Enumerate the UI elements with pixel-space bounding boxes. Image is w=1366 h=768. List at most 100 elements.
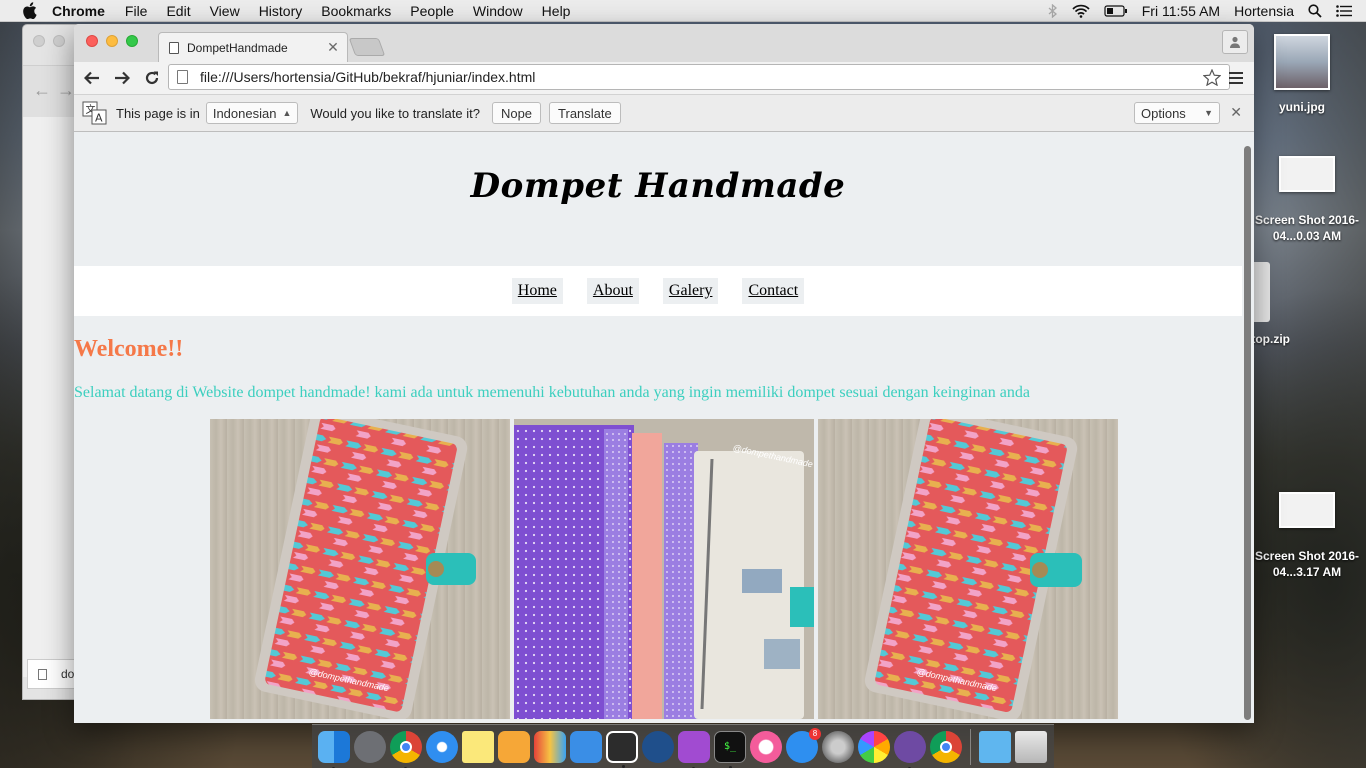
- title-bar[interactable]: DompetHandmade ✕: [74, 24, 1254, 62]
- itunes-icon[interactable]: [750, 730, 782, 763]
- download-item-label: do: [61, 667, 75, 681]
- page-favicon-icon: [169, 41, 179, 54]
- forward-arrow-icon: →: [57, 80, 75, 100]
- chrome-window[interactable]: DompetHandmade ✕ file:///Users/hortensia…: [74, 24, 1254, 723]
- select-arrows-icon: ▲︎: [282, 108, 292, 118]
- welcome-heading: Welcome!!: [74, 336, 184, 362]
- nope-button[interactable]: Nope: [491, 102, 542, 124]
- url-text[interactable]: file:///Users/hortensia/GitHub/bekraf/hj…: [200, 69, 1203, 85]
- desktop-icon-screenshot-2[interactable]: Screen Shot 2016-04...3.17 AM: [1252, 492, 1362, 580]
- translate-bar: 文A This page is in Indonesian ▲︎ Would y…: [74, 94, 1254, 132]
- desktop-icon-zip[interactable]: Desktop.zip: [1250, 262, 1290, 347]
- page-scrollbar[interactable]: [1244, 146, 1251, 720]
- close-window-button[interactable]: [86, 35, 98, 47]
- desktop-icon-label: Desktop.zip: [1250, 332, 1290, 346]
- preview-icon[interactable]: [570, 730, 602, 763]
- back-arrow-icon: [84, 71, 99, 85]
- app-store-badge: 8: [809, 727, 821, 740]
- desktop-icon-yuni[interactable]: yuni.jpg: [1262, 34, 1342, 114]
- launchpad-icon[interactable]: [354, 730, 386, 763]
- chrome-icon[interactable]: [390, 730, 422, 768]
- wifi-icon[interactable]: [1072, 4, 1090, 18]
- gallery-photo-open-wallet[interactable]: @dompethandmade: [514, 419, 814, 719]
- downloads-folder-icon[interactable]: [979, 730, 1011, 763]
- safari-icon[interactable]: [426, 730, 458, 763]
- apple-icon[interactable]: [20, 2, 38, 20]
- menu-history[interactable]: History: [259, 3, 303, 19]
- battery-icon[interactable]: [1104, 5, 1128, 17]
- dash-icon[interactable]: [678, 730, 710, 768]
- menu-app-name[interactable]: Chrome: [52, 3, 105, 19]
- site-nav: Home About Galery Contact: [74, 266, 1242, 316]
- svg-text:A: A: [95, 112, 103, 125]
- forward-button[interactable]: [108, 64, 136, 92]
- tab-dompethandmade[interactable]: DompetHandmade ✕: [158, 32, 348, 62]
- screenshot-thumbnail: [1279, 492, 1335, 528]
- finder-icon[interactable]: [318, 730, 350, 768]
- menu-people[interactable]: People: [410, 3, 454, 19]
- system-preferences-icon[interactable]: [822, 730, 854, 763]
- hamburger-menu-icon: [1229, 72, 1243, 84]
- nav-about-link[interactable]: About: [586, 278, 639, 304]
- back-button[interactable]: [78, 64, 106, 92]
- menu-window[interactable]: Window: [473, 3, 523, 19]
- notification-center-icon[interactable]: [1336, 5, 1352, 17]
- photos-icon[interactable]: [858, 730, 890, 763]
- menu-edit[interactable]: Edit: [166, 3, 190, 19]
- address-bar[interactable]: file:///Users/hortensia/GitHub/bekraf/hj…: [168, 64, 1230, 90]
- photo-gallery: @dompethandmade @dompethandmade @dompeth…: [210, 419, 1118, 719]
- menu-bookmarks[interactable]: Bookmarks: [321, 3, 391, 19]
- app-store-icon[interactable]: 8: [786, 727, 821, 763]
- translate-close-icon[interactable]: ✕: [1230, 104, 1242, 121]
- translate-question: Would you like to translate it?: [310, 105, 480, 121]
- desktop-icon-label: Screen Shot 2016-04...0.03 AM: [1254, 213, 1360, 243]
- profile-button[interactable]: [1222, 30, 1248, 54]
- reload-button[interactable]: [138, 64, 166, 92]
- translate-button[interactable]: Translate: [549, 102, 621, 124]
- sourcetree-icon[interactable]: [642, 730, 674, 763]
- dock-separator: [970, 728, 971, 765]
- pages-icon[interactable]: [498, 730, 530, 763]
- site-title: Dompet Handmade: [470, 166, 846, 206]
- nav-galery-link[interactable]: Galery: [662, 278, 719, 304]
- desktop-icon-screenshot-1[interactable]: Screen Shot 2016-04...0.03 AM: [1252, 156, 1362, 244]
- menubar-clock[interactable]: Fri 11:55 AM: [1142, 3, 1220, 19]
- menu-view[interactable]: View: [210, 3, 240, 19]
- desktop-icon-label: yuni.jpg: [1279, 100, 1325, 114]
- forward-arrow-icon: [115, 71, 130, 85]
- options-select[interactable]: Options ▼: [1134, 102, 1220, 124]
- language-select[interactable]: Indonesian ▲︎: [205, 102, 299, 124]
- github-desktop-icon[interactable]: [894, 730, 926, 768]
- xcode-icon[interactable]: [606, 730, 638, 768]
- screenshot-thumbnail: [1279, 156, 1335, 192]
- translate-page-is-in: This page is in: [116, 105, 200, 121]
- gallery-photo-closed-wallet[interactable]: @dompethandmade: [210, 419, 510, 719]
- tab-close-icon[interactable]: ✕: [325, 39, 341, 56]
- translate-icon: 文A: [82, 101, 108, 125]
- chrome-canary-icon[interactable]: [930, 730, 962, 763]
- menu-help[interactable]: Help: [542, 3, 571, 19]
- chrome-menu-button[interactable]: [1226, 68, 1246, 88]
- options-select-label: Options: [1141, 105, 1186, 121]
- nav-home-link[interactable]: Home: [511, 278, 563, 304]
- keynote-icon[interactable]: [534, 730, 566, 763]
- menubar-user[interactable]: Hortensia: [1234, 3, 1294, 19]
- dock: $_ 8: [312, 724, 1054, 768]
- toolbar: file:///Users/hortensia/GitHub/bekraf/hj…: [74, 62, 1254, 94]
- spotlight-search-icon[interactable]: [1308, 4, 1322, 18]
- site-header: Dompet Handmade: [74, 132, 1242, 266]
- bluetooth-icon[interactable]: [1048, 4, 1058, 18]
- bookmark-star-icon[interactable]: [1203, 68, 1221, 86]
- person-icon: [1230, 36, 1240, 48]
- notes-icon[interactable]: [462, 730, 494, 763]
- gallery-photo-closed-wallet-2[interactable]: @dompethandmade: [818, 419, 1118, 719]
- trash-icon[interactable]: [1015, 730, 1047, 763]
- terminal-icon[interactable]: $_: [714, 730, 746, 768]
- menu-bar: Chrome File Edit View History Bookmarks …: [0, 0, 1366, 22]
- minimize-window-button[interactable]: [106, 35, 118, 47]
- new-tab-button[interactable]: [348, 38, 386, 56]
- maximize-window-button[interactable]: [126, 35, 138, 47]
- nav-contact-link[interactable]: Contact: [742, 278, 805, 304]
- menu-file[interactable]: File: [125, 3, 148, 19]
- window-controls: [86, 35, 138, 47]
